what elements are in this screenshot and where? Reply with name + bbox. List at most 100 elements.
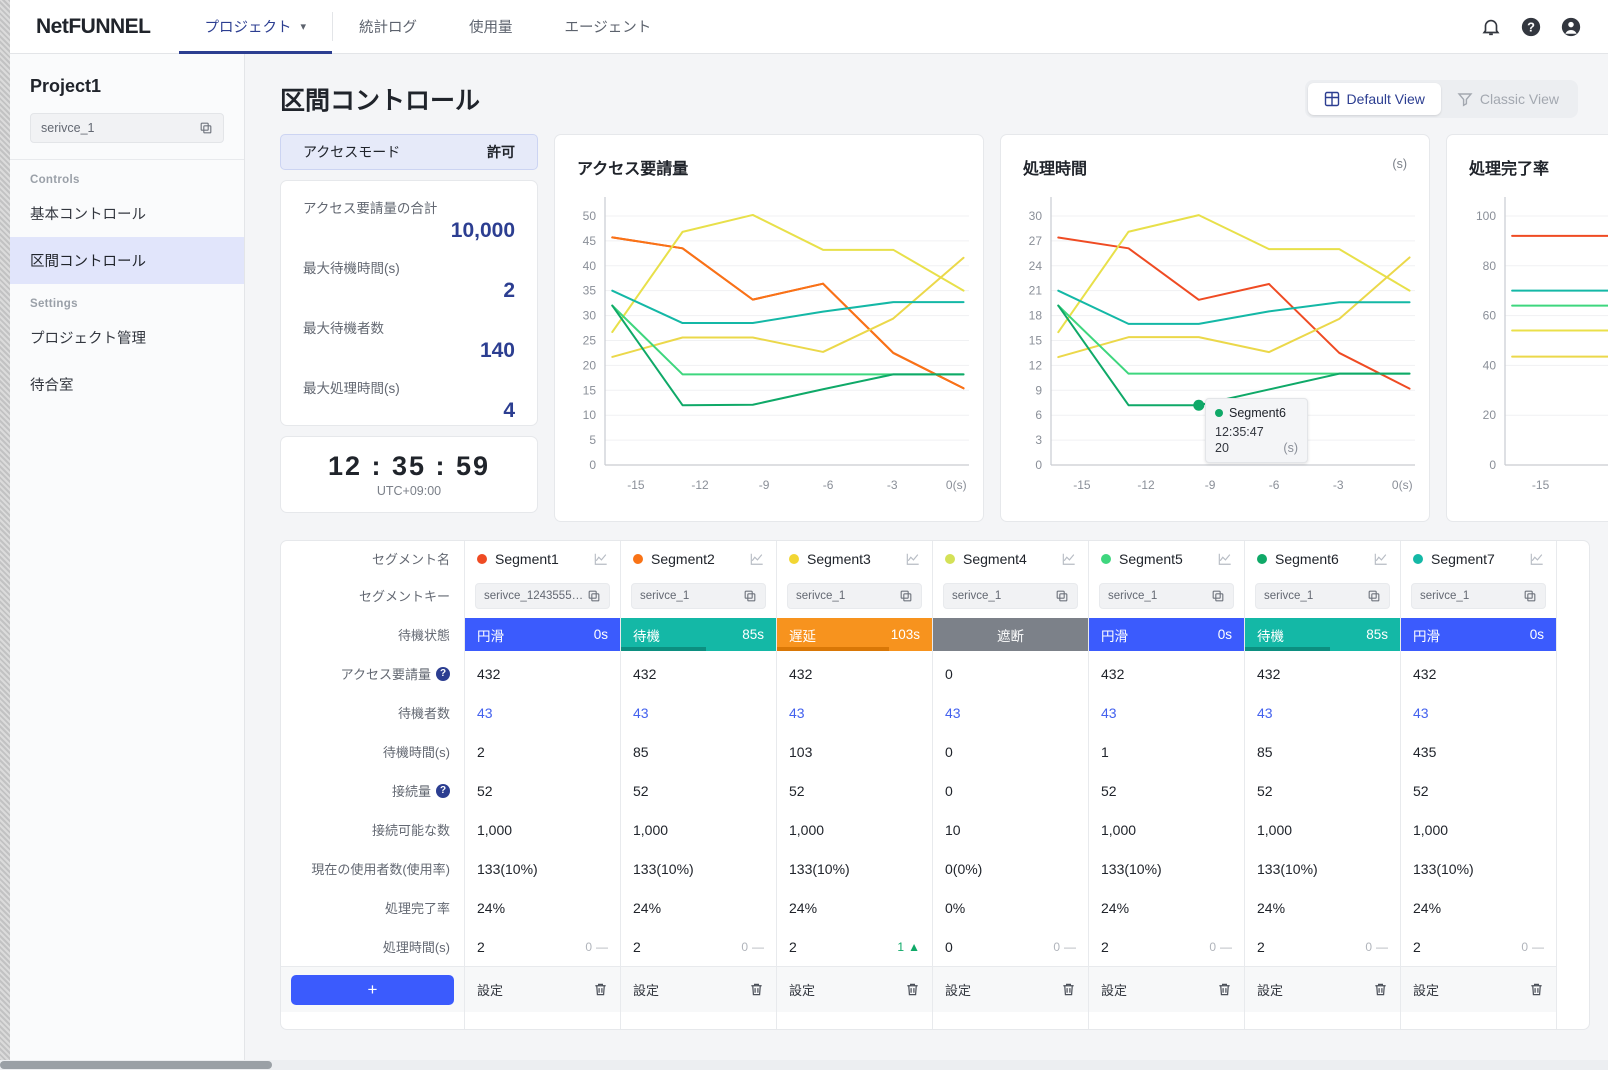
row-label-0: セグメント名: [281, 541, 464, 576]
segment-color-dot-icon: [1101, 553, 1111, 564]
nav-item-agent[interactable]: エージェント: [539, 0, 678, 53]
segment-key-field[interactable]: serivce_1: [1099, 582, 1234, 609]
segment-key-field[interactable]: serivce_12435554...: [475, 582, 610, 609]
grid-layout-icon: [1324, 91, 1339, 107]
copy-icon[interactable]: [199, 121, 213, 135]
segment-settings-button[interactable]: 設定: [777, 980, 827, 999]
delete-icon[interactable]: [593, 982, 608, 997]
segment-waiting-users[interactable]: 43: [1089, 693, 1244, 732]
copy-icon[interactable]: [743, 589, 757, 603]
clock-timezone: UTC+09:00: [376, 484, 442, 498]
mini-chart-icon[interactable]: [1218, 552, 1232, 566]
copy-icon[interactable]: [1523, 589, 1537, 603]
segment-settings-button[interactable]: 設定: [465, 980, 515, 999]
segment-processing-time: 2: [1101, 938, 1109, 955]
segment-waiting-users[interactable]: 43: [465, 693, 620, 732]
chart-title-completion-rate: 処理完了率: [1469, 161, 1550, 178]
nav-item-usage[interactable]: 使用量: [443, 0, 539, 53]
nav-item-project[interactable]: プロジェクト ▾: [178, 0, 333, 54]
access-mode-header[interactable]: アクセスモード 許可: [280, 134, 538, 170]
sidebar-item-waiting-room[interactable]: 待合室: [10, 361, 244, 408]
classic-view-button[interactable]: Classic View: [1441, 83, 1575, 115]
sidebar-item-basic-control[interactable]: 基本コントロール: [10, 190, 244, 237]
mini-chart-icon[interactable]: [906, 552, 920, 566]
segment-key-field[interactable]: serivce_1: [1411, 582, 1546, 609]
status-text: 円滑: [1101, 628, 1128, 644]
segment-connections: 52: [477, 782, 493, 799]
mini-chart-icon[interactable]: [750, 552, 764, 566]
mini-chart-icon[interactable]: [1530, 552, 1544, 566]
segment-processing-time-row: 2 0—: [1089, 927, 1244, 966]
segment-access-requests: 432: [789, 665, 813, 682]
delete-icon[interactable]: [749, 982, 764, 997]
delete-icon[interactable]: [905, 982, 920, 997]
row-label-3: アクセス要請量?: [281, 654, 464, 693]
help-icon[interactable]: ?: [436, 783, 450, 798]
horizontal-scrollbar-thumb[interactable]: [0, 1061, 272, 1069]
mini-chart-icon[interactable]: [1374, 552, 1388, 566]
segment-current-users: 133(10%): [789, 860, 850, 877]
default-view-button[interactable]: Default View: [1307, 83, 1441, 115]
segment-settings-button[interactable]: 設定: [933, 980, 983, 999]
segment-waiting-users[interactable]: 43: [933, 693, 1088, 732]
nav-item-stats-log[interactable]: 統計ログ: [333, 0, 443, 53]
segment-waiting-users[interactable]: 43: [1245, 693, 1400, 732]
mini-chart-icon[interactable]: [1062, 552, 1076, 566]
help-icon[interactable]: ?: [1520, 16, 1542, 38]
copy-icon[interactable]: [1211, 589, 1225, 603]
segment-key-field[interactable]: serivce_1: [1255, 582, 1390, 609]
trend-arrow-icon: —: [1064, 939, 1076, 954]
segment-key-field[interactable]: serivce_1: [787, 582, 922, 609]
segment-settings-button[interactable]: 設定: [1245, 980, 1295, 999]
default-view-label: Default View: [1346, 91, 1425, 107]
chart-unit-processing-time: (s): [1392, 157, 1407, 171]
segment-key-value: serivce_1: [1420, 589, 1470, 602]
copy-icon[interactable]: [587, 589, 601, 603]
delete-icon[interactable]: [1061, 982, 1076, 997]
segment-settings-button[interactable]: 設定: [1089, 980, 1139, 999]
delete-icon[interactable]: [1217, 982, 1232, 997]
stat-label-max-wait-time: 最大待機時間(s): [303, 261, 400, 276]
segment-processing-time: 2: [1257, 938, 1265, 955]
status-value: 0s: [593, 627, 608, 642]
account-icon[interactable]: [1560, 16, 1582, 38]
delete-icon[interactable]: [1373, 982, 1388, 997]
delete-icon[interactable]: [1529, 982, 1544, 997]
segment-status-row: 待機 85s: [621, 615, 776, 654]
copy-icon[interactable]: [899, 589, 913, 603]
segment-waiting-users[interactable]: 43: [1401, 693, 1556, 732]
sidebar-item-section-control[interactable]: 区間コントロール: [10, 237, 244, 284]
brand-logo[interactable]: NetFUNNEL: [10, 0, 179, 53]
stat-value-max-wait-time: 2: [503, 279, 515, 302]
svg-text:0(s): 0(s): [1392, 478, 1413, 492]
copy-icon[interactable]: [1367, 589, 1381, 603]
segment-key-field[interactable]: serivce_1: [943, 582, 1078, 609]
segment-processing-time: 2: [477, 938, 485, 955]
row-label-text-0: セグメント名: [371, 552, 450, 567]
svg-text:30: 30: [1029, 209, 1043, 223]
svg-text:12: 12: [1029, 358, 1043, 372]
segment-waiting-users[interactable]: 43: [777, 693, 932, 732]
sidebar-item-project-management[interactable]: プロジェクト管理: [10, 314, 244, 361]
add-segment-button[interactable]: +: [291, 974, 454, 1005]
sidebar-project-key[interactable]: serivce_1: [30, 113, 224, 143]
segment-completion-rate: 24%: [477, 899, 506, 916]
segment-key-row: serivce_1: [621, 576, 776, 615]
segment-key-field[interactable]: serivce_1: [631, 582, 766, 609]
svg-text:-3: -3: [1333, 478, 1344, 492]
segment-processing-trend: 0—: [1365, 940, 1388, 954]
segment-settings-button[interactable]: 設定: [1401, 980, 1451, 999]
segment-footer-1: 設定: [465, 966, 620, 1012]
copy-icon[interactable]: [1055, 589, 1069, 603]
bell-icon[interactable]: [1480, 16, 1502, 38]
page-title: 区間コントロール: [280, 87, 481, 115]
horizontal-scrollbar-track[interactable]: [0, 1060, 1608, 1070]
mini-chart-icon[interactable]: [594, 552, 608, 566]
segment-trend-value: 0: [1365, 939, 1372, 954]
svg-text:80: 80: [1483, 259, 1497, 273]
segment-waiting-users[interactable]: 43: [621, 693, 776, 732]
svg-text:100: 100: [1476, 209, 1496, 223]
segment-current-users: 133(10%): [1257, 860, 1318, 877]
segment-settings-button[interactable]: 設定: [621, 980, 671, 999]
help-icon[interactable]: ?: [436, 666, 450, 681]
